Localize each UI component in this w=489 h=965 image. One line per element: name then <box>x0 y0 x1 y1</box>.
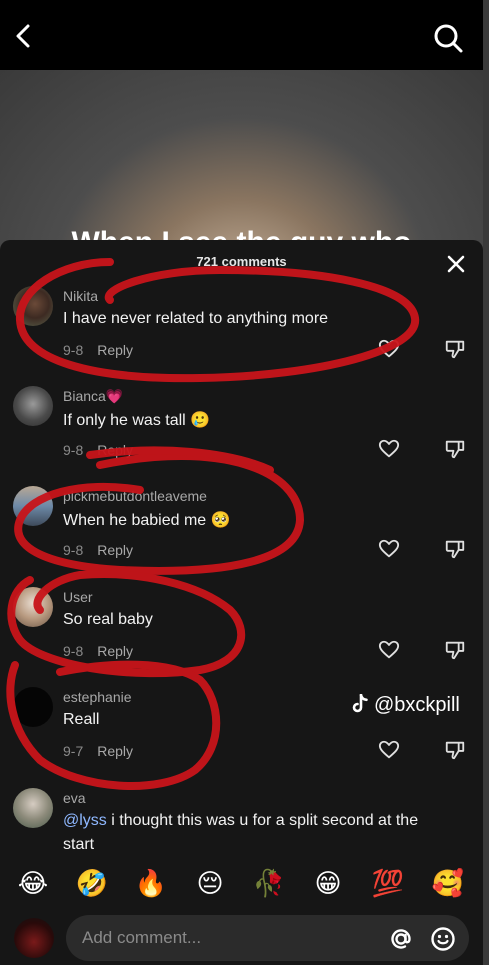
watermark: @bxckpill <box>352 693 460 720</box>
emoji-quick-bar: 😂 🤣 🔥 😔 🥀 😁 💯 🥰 <box>0 866 483 906</box>
heart-icon[interactable] <box>378 438 400 460</box>
heart-icon[interactable] <box>378 538 400 560</box>
comment-meta: 9-8 Reply <box>63 442 133 458</box>
dislike-icon[interactable] <box>444 338 466 360</box>
search-icon[interactable] <box>430 20 466 56</box>
dislike-icon[interactable] <box>444 739 466 761</box>
emoji-button[interactable]: 💯 <box>370 866 406 902</box>
avatar[interactable] <box>13 788 53 828</box>
comment-item: eva @lyss i thought this was u for a spl… <box>0 788 483 858</box>
dislike-icon[interactable] <box>444 538 466 560</box>
comment-text-body: i thought this was u for a split second … <box>106 812 419 829</box>
comment-text: When he babied me 🥺 <box>63 512 231 529</box>
emoji-button[interactable]: 🔥 <box>133 866 169 902</box>
avatar[interactable] <box>13 687 53 727</box>
comment-meta: 9-8 Reply <box>63 342 133 358</box>
reply-button[interactable]: Reply <box>97 342 133 358</box>
comment-count: 721 comments <box>196 254 287 269</box>
reply-button[interactable]: Reply <box>97 643 133 659</box>
comment-item: User So real baby 9-8 Reply <box>0 587 483 687</box>
heart-icon[interactable] <box>378 338 400 360</box>
top-bar <box>0 0 489 70</box>
avatar[interactable] <box>13 587 53 627</box>
avatar[interactable] <box>13 286 53 326</box>
emoji-button[interactable]: 🥰 <box>430 866 466 902</box>
comment-text-continued: start <box>63 836 95 853</box>
comment-input-row <box>0 912 483 965</box>
emoji-button[interactable]: 😔 <box>192 866 228 902</box>
my-avatar[interactable] <box>14 918 54 958</box>
avatar[interactable] <box>13 386 53 426</box>
comment-text: Reall <box>63 711 100 728</box>
heart-icon[interactable] <box>378 639 400 661</box>
dislike-icon[interactable] <box>444 639 466 661</box>
comment-date: 9-8 <box>63 442 84 458</box>
smiley-icon[interactable] <box>430 926 456 952</box>
comment-username[interactable]: Bianca💗 <box>63 388 123 405</box>
emoji-button[interactable]: 😂 <box>15 866 51 902</box>
emoji-button[interactable]: 🥀 <box>251 866 287 902</box>
emoji-button[interactable]: 😁 <box>310 866 346 902</box>
reply-button[interactable]: Reply <box>97 442 133 458</box>
comment-username[interactable]: eva <box>63 790 86 806</box>
screen-edge <box>483 0 489 965</box>
comment-date: 9-8 <box>63 542 84 558</box>
comment-username[interactable]: Nikita <box>63 288 98 304</box>
at-icon[interactable] <box>388 926 414 952</box>
comment-item: pickmebutdontleaveme When he babied me 🥺… <box>0 486 483 586</box>
comment-meta: 9-8 Reply <box>63 643 133 659</box>
chevron-left-icon[interactable] <box>8 20 40 52</box>
comment-meta: 9-7 Reply <box>63 743 133 759</box>
comment-date: 9-8 <box>63 643 84 659</box>
comment-username[interactable]: User <box>63 589 93 605</box>
comment-date: 9-7 <box>63 743 84 759</box>
comment-meta: 9-8 Reply <box>63 542 133 558</box>
comment-text: So real baby <box>63 611 153 628</box>
mention-link[interactable]: @lyss <box>63 812 107 829</box>
comment-date: 9-8 <box>63 342 84 358</box>
add-comment-input[interactable] <box>82 915 382 961</box>
comment-text: I have never related to anything more <box>63 310 329 327</box>
comment-text: If only he was tall 🥲 <box>63 412 211 429</box>
reply-button[interactable]: Reply <box>97 743 133 759</box>
heart-icon[interactable] <box>378 739 400 761</box>
comment-input-box[interactable] <box>66 915 469 961</box>
emoji-button[interactable]: 🤣 <box>74 866 110 902</box>
video-preview[interactable]: When I see the guy who <box>0 70 483 250</box>
comment-text: @lyss i thought this was u for a split s… <box>63 812 418 830</box>
tiktok-icon <box>352 693 370 720</box>
comment-item: Bianca💗 If only he was tall 🥲 9-8 Reply <box>0 386 483 486</box>
dislike-icon[interactable] <box>444 438 466 460</box>
comment-username[interactable]: pickmebutdontleaveme <box>63 488 207 504</box>
close-icon[interactable] <box>444 252 468 276</box>
watermark-handle: @bxckpill <box>374 694 460 716</box>
avatar[interactable] <box>13 486 53 526</box>
comment-username[interactable]: estephanie <box>63 689 132 705</box>
comment-item: Nikita I have never related to anything … <box>0 286 483 386</box>
reply-button[interactable]: Reply <box>97 542 133 558</box>
